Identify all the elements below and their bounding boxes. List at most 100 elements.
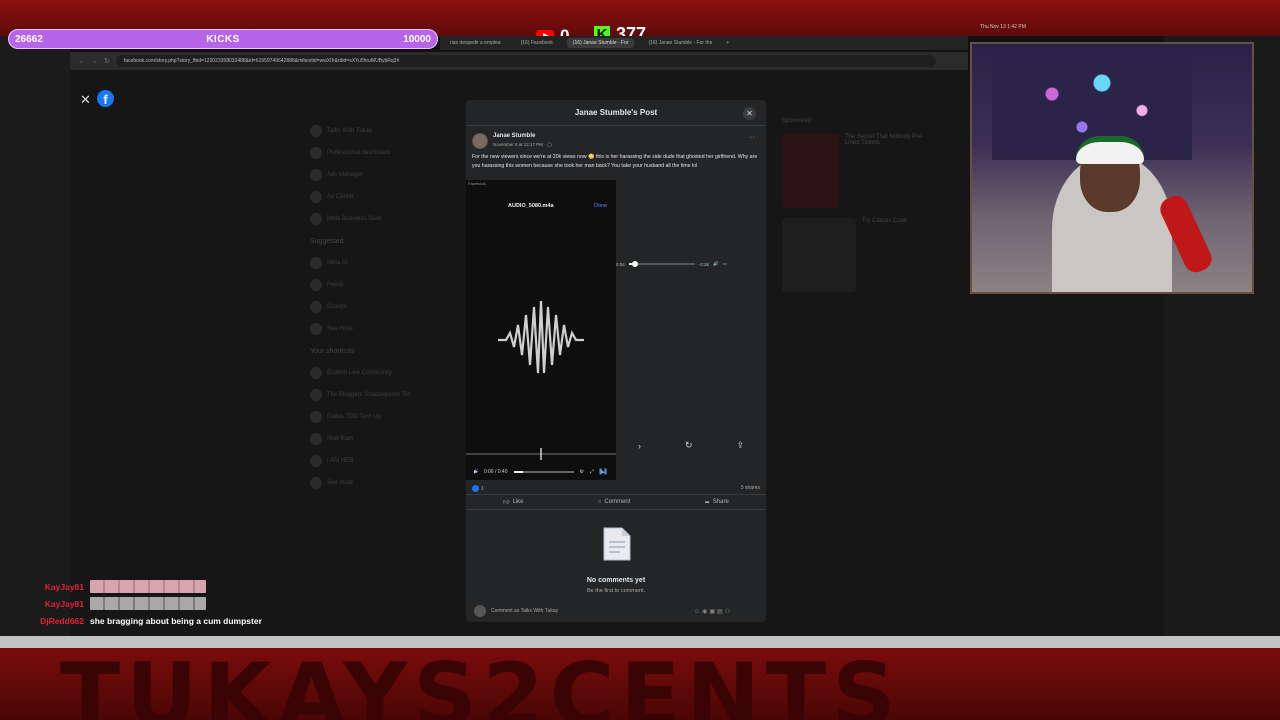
ad-card[interactable]: The Secret That Nobody Pre-Lined Tickets bbox=[782, 134, 932, 208]
groups-icon bbox=[310, 301, 322, 313]
phone-source-label: Facebook bbox=[468, 181, 486, 186]
close-icon[interactable]: ✕ bbox=[80, 92, 91, 108]
back-icon[interactable]: ← bbox=[78, 58, 85, 65]
comment-tools[interactable]: ☺◉▣▤⚇ bbox=[694, 608, 732, 615]
reload-icon[interactable]: ↻ bbox=[104, 57, 110, 65]
player-elapsed: 0:04 bbox=[616, 261, 625, 267]
be-first-text: Be the first to comment. bbox=[586, 588, 646, 594]
group-icon bbox=[310, 455, 322, 467]
sidebar-item[interactable]: Groups bbox=[310, 296, 460, 318]
sidebar-item[interactable]: Ad Center bbox=[310, 186, 460, 208]
sidebar-item[interactable]: See more bbox=[310, 318, 460, 340]
ads-icon bbox=[310, 169, 322, 181]
browser-tab-active[interactable]: (16) Janae Stumble - For bbox=[566, 38, 635, 48]
meta-icon bbox=[310, 213, 322, 225]
browser-tab-strip: rias despedir a emplea (16) Facebook (16… bbox=[440, 36, 968, 50]
frame-bottom-banner: TUKAYS2CENTS bbox=[0, 636, 1280, 720]
reaction-summary[interactable]: 1 5 shares bbox=[472, 485, 760, 492]
loop-icon[interactable]: ↻ bbox=[685, 440, 693, 451]
new-tab-icon[interactable]: + bbox=[726, 40, 729, 46]
reaction-count-wrap: 1 bbox=[472, 485, 484, 492]
video-time: 0:06 / 0:40 bbox=[483, 469, 508, 475]
comment-button[interactable]: ○ Comment bbox=[598, 499, 631, 505]
thumbs-up-icon: 👍︎ bbox=[503, 500, 510, 506]
shortcut-item[interactable]: I AM HER bbox=[310, 450, 460, 472]
shortcut-item[interactable]: See more bbox=[310, 472, 460, 494]
airplay-icon[interactable]: ▭ bbox=[723, 261, 727, 267]
play-icon[interactable]: ▶ bbox=[474, 469, 478, 475]
address-bar[interactable]: facebook.com/story.php?story_fbid=122023… bbox=[115, 55, 936, 67]
post-author[interactable]: Janae Stumble bbox=[493, 133, 535, 139]
feeds-icon bbox=[310, 279, 322, 291]
shortcut-item[interactable]: The Bloggers Shadowroom TM bbox=[310, 384, 460, 406]
commenter-avatar bbox=[474, 605, 486, 617]
document-icon bbox=[603, 527, 631, 561]
sidebar-item[interactable]: Talks With Tukay bbox=[310, 120, 460, 142]
sidebar-item[interactable]: Feeds bbox=[310, 274, 460, 296]
globe-icon: ◯ bbox=[547, 142, 553, 147]
reaction-count: 1 bbox=[481, 485, 484, 492]
chevron-right-icon[interactable]: › bbox=[638, 441, 641, 451]
chat-message: KayJay81 bbox=[30, 578, 330, 595]
audio-waveform-icon bbox=[498, 300, 584, 374]
audio-filename: AUDIO_5080.m4a bbox=[508, 203, 554, 209]
channel-brand-text: TUKAYS2CENTS bbox=[60, 644, 902, 720]
embedded-phone-recording[interactable]: Facebook AUDIO_5080.m4a Done ⇧ ❚❚ bbox=[466, 180, 616, 480]
emote-strip bbox=[90, 580, 206, 593]
player-remaining: -0:36 bbox=[698, 261, 710, 267]
shortcut-item[interactable]: Now Ram bbox=[310, 428, 460, 450]
comment-input[interactable] bbox=[491, 605, 689, 617]
no-comments-heading: No comments yet bbox=[586, 577, 646, 584]
fb-sponsored-column: Sponsored The Secret That Nobody Pre-Lin… bbox=[782, 118, 932, 292]
fullscreen-icon[interactable]: ⤢ bbox=[590, 469, 594, 475]
export-icon[interactable]: ⇪ bbox=[736, 440, 744, 451]
phone-controls: › ↻ ⇪ bbox=[616, 440, 766, 451]
video-progress-fill bbox=[513, 471, 523, 473]
video-progress-track[interactable] bbox=[513, 471, 574, 473]
menubar-datetime: Thu Nov 13 1:42 PM bbox=[980, 24, 1026, 30]
sidebar-item[interactable]: Ads Manager bbox=[310, 164, 460, 186]
goal-title: KICKS bbox=[206, 33, 240, 45]
post-date[interactable]: November 8 at 12:17 PM · ◯ bbox=[493, 142, 552, 148]
streamer-cap bbox=[1076, 136, 1144, 164]
volume-icon[interactable]: 🔊 bbox=[713, 261, 719, 267]
share-button[interactable]: ➦ Share bbox=[705, 499, 729, 506]
sidebar-item[interactable]: Meta Business Suite bbox=[310, 208, 460, 230]
shortcut-item[interactable]: Dallas TOD Turn Up bbox=[310, 406, 460, 428]
sidebar-item[interactable]: Professional dashboard bbox=[310, 142, 460, 164]
facebook-logo-icon[interactable]: f bbox=[97, 90, 114, 107]
player-track[interactable] bbox=[628, 261, 695, 267]
gear-icon[interactable]: ⚙ bbox=[580, 469, 584, 475]
like-button[interactable]: 👍︎ Like bbox=[503, 498, 523, 506]
ad-title: Try Classic Cook bbox=[862, 218, 908, 224]
close-modal-icon[interactable]: ✕ bbox=[743, 107, 756, 120]
comment-composer: ☺◉▣▤⚇ bbox=[466, 600, 766, 622]
chat-username: KayJay81 bbox=[44, 581, 84, 592]
browser-tab[interactable]: (16) Janae Stumble - For the bbox=[642, 38, 718, 48]
shortcuts-heading: Your shortcuts bbox=[310, 347, 355, 355]
more-options-icon[interactable]: ··· bbox=[748, 134, 755, 141]
chevron-down-icon bbox=[310, 323, 322, 335]
volume-icon[interactable]: 🔈 bbox=[600, 469, 606, 475]
post-action-bar: 👍︎ Like ○ Comment ➦ Share bbox=[466, 494, 766, 510]
group-icon bbox=[310, 367, 322, 379]
chat-text: she bragging about being a cum dumpster bbox=[90, 615, 262, 626]
like-reaction-icon bbox=[472, 485, 479, 492]
author-avatar[interactable] bbox=[472, 133, 488, 149]
browser-tab[interactable]: (16) Facebook bbox=[515, 38, 559, 48]
chevron-down-icon bbox=[310, 477, 322, 489]
forward-icon[interactable]: → bbox=[91, 58, 98, 65]
share-count[interactable]: 5 shares bbox=[741, 485, 760, 492]
browser-tab[interactable]: rias despedir a emplea bbox=[444, 38, 507, 48]
chat-username: KayJay81 bbox=[44, 598, 84, 609]
sidebar-item[interactable]: Meta AI bbox=[310, 252, 460, 274]
ad-card[interactable]: Try Classic Cook bbox=[782, 218, 932, 292]
group-icon bbox=[310, 411, 322, 423]
done-button: Done bbox=[594, 203, 608, 209]
player-knob[interactable] bbox=[632, 261, 639, 267]
group-icon bbox=[310, 433, 322, 445]
profile-icon bbox=[310, 125, 322, 137]
post-modal: Janae Stumble's Post ✕ Janae Stumble Nov… bbox=[466, 100, 766, 622]
shortcut-item[interactable]: Ecamm Live Community bbox=[310, 362, 460, 384]
emote-strip bbox=[90, 597, 206, 610]
